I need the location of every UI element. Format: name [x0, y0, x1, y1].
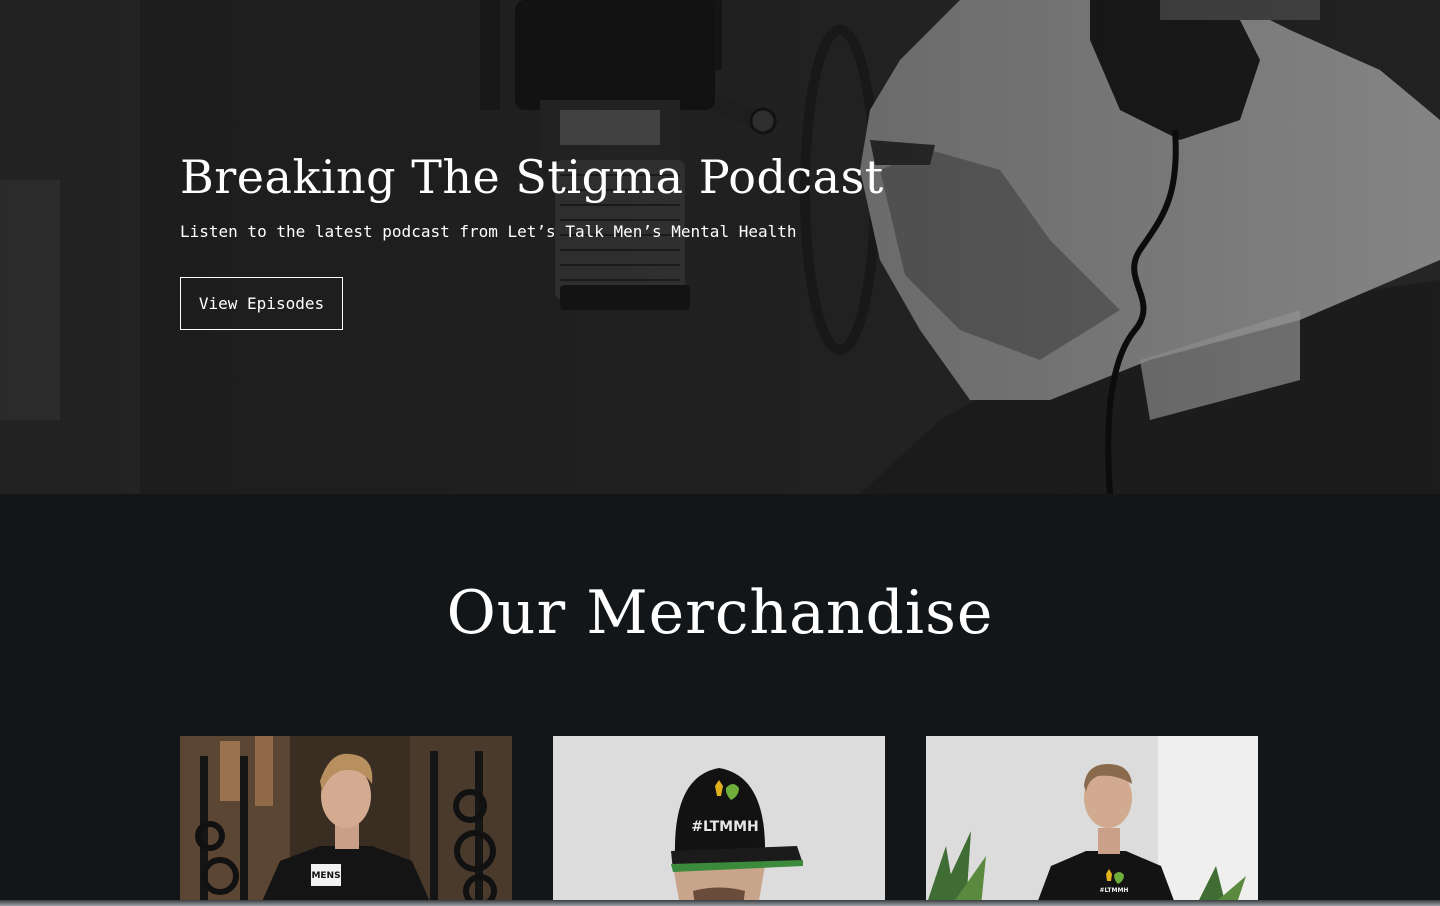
product-image-gym-tshirt: MENS — [180, 736, 512, 906]
section-bottom-edge — [0, 900, 1440, 906]
product-card-snapback-cap[interactable]: #LTMMH — [553, 736, 885, 906]
product-card-tshirt-ltmmh[interactable]: #LTMMH — [926, 736, 1258, 906]
product-image-ltmmh-tshirt: #LTMMH — [926, 736, 1258, 906]
view-episodes-button[interactable]: View Episodes — [180, 277, 343, 330]
shirt-print-text: MENS — [311, 871, 340, 881]
merchandise-title: Our Merchandise — [446, 578, 994, 648]
hero-section: Breaking The Stigma Podcast Listen to th… — [0, 0, 1440, 494]
product-image-snapback-cap: #LTMMH — [553, 736, 885, 906]
hero-subtitle: Listen to the latest podcast from Let’s … — [180, 222, 797, 241]
hero-overlay — [0, 0, 1440, 494]
product-card-tshirt-mens[interactable]: MENS — [180, 736, 512, 906]
cap-logo-text: #LTMMH — [691, 819, 758, 835]
hero-title: Breaking The Stigma Podcast — [180, 150, 884, 204]
shirt-print-text: #LTMMH — [1100, 887, 1129, 894]
